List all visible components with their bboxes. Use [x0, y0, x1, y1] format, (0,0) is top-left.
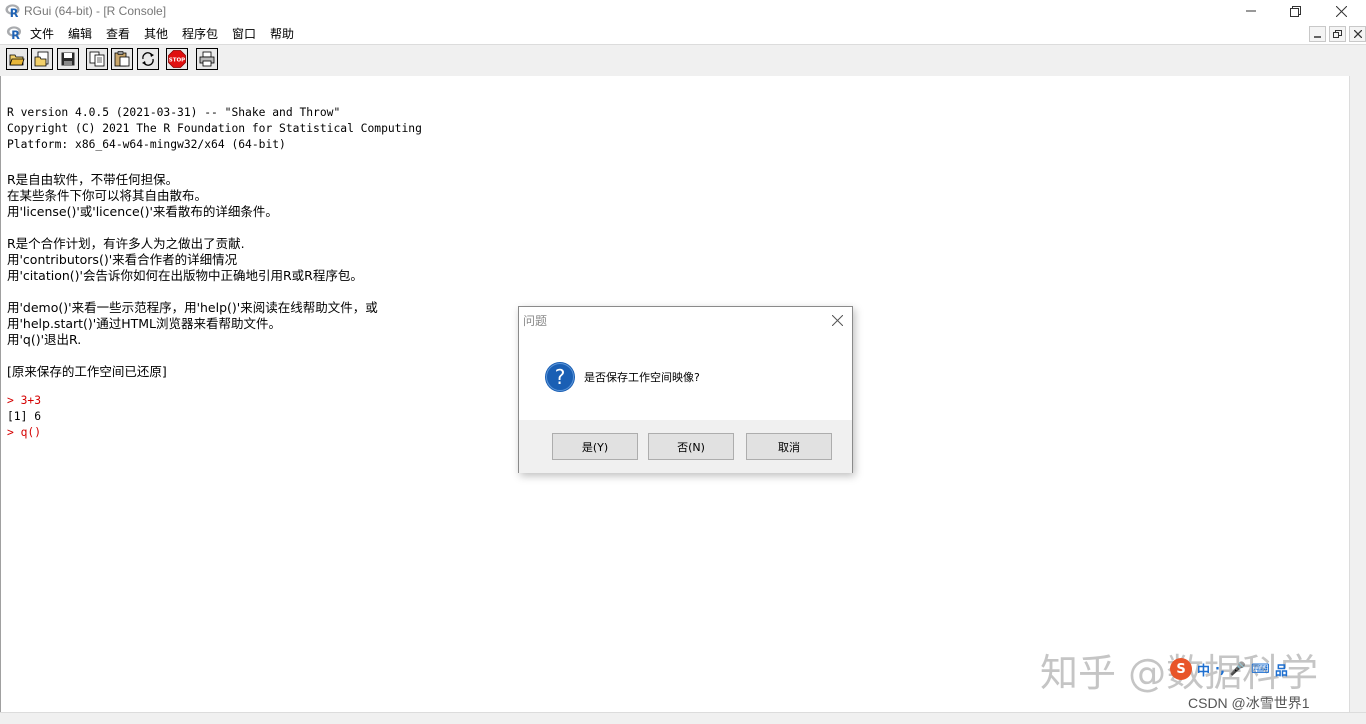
r-logo-icon: R — [5, 4, 20, 18]
console-line: Copyright (C) 2021 The R Foundation for … — [7, 122, 422, 135]
r-console-icon[interactable]: R — [6, 25, 22, 40]
console-line: 用'citation()'会告诉你如何在出版物中正确地引用R或R程序包。 — [7, 268, 363, 283]
keyboard-icon: ⌨ — [1251, 661, 1270, 677]
grid-icon: 品 — [1274, 663, 1288, 679]
console-line: 用'license()'或'licence()'来看散布的详细条件。 — [7, 204, 278, 219]
paste-icon[interactable] — [111, 48, 133, 70]
menu-packages[interactable]: 程序包 — [182, 25, 218, 42]
horizontal-scrollbar[interactable] — [0, 712, 1366, 724]
save-icon[interactable] — [57, 48, 79, 70]
menu-edit[interactable]: 编辑 — [68, 25, 92, 42]
yes-button[interactable]: 是(Y) — [552, 433, 638, 460]
svg-text:?: ? — [555, 365, 566, 389]
microphone-icon: 🎤 — [1229, 661, 1247, 677]
menu-windows[interactable]: 窗口 — [232, 25, 256, 42]
load-workspace-icon[interactable] — [31, 48, 53, 70]
minimize-button[interactable] — [1228, 0, 1274, 22]
svg-text:R: R — [11, 29, 20, 40]
console-line: Platform: x86_64-w64-mingw32/x64 (64-bit… — [7, 138, 286, 151]
vertical-scrollbar[interactable] — [1349, 76, 1366, 712]
mdi-minimize-button[interactable] — [1309, 26, 1326, 42]
menu-help[interactable]: 帮助 — [270, 25, 294, 42]
console-input: > 3+3 — [7, 394, 42, 407]
stop-label: STOP — [169, 58, 185, 64]
ime-toolbar: S 中 ·, 🎤 ⌨ 品 — [1170, 657, 1288, 681]
csdn-watermark: CSDN @冰雪世界1 — [1188, 695, 1310, 711]
copy-icon[interactable] — [86, 48, 108, 70]
print-icon[interactable] — [196, 48, 218, 70]
svg-text:R: R — [10, 7, 19, 18]
dialog-title: 问题 — [523, 314, 548, 328]
console-line: [原来保存的工作空间已还原] — [7, 364, 167, 379]
console-line: R version 4.0.5 (2021-03-31) -- "Shake a… — [7, 106, 341, 119]
toolbar: STOP — [0, 44, 1366, 77]
menu-view[interactable]: 查看 — [106, 25, 130, 42]
close-button[interactable] — [1318, 0, 1364, 22]
cancel-button[interactable]: 取消 — [746, 433, 832, 460]
dialog-close-icon[interactable] — [828, 311, 846, 329]
open-script-icon[interactable] — [6, 48, 28, 70]
ime-punctuation: ·, — [1215, 661, 1225, 677]
ime-chinese: 中 — [1197, 663, 1211, 679]
save-workspace-dialog: 问题 ? 是否保存工作空间映像? 是(Y) 否(N) 取消 — [518, 306, 853, 473]
menu-misc[interactable]: 其他 — [144, 25, 168, 42]
mdi-restore-button[interactable] — [1329, 26, 1346, 42]
dialog-message: 是否保存工作空间映像? — [584, 371, 700, 384]
question-icon: ? — [545, 362, 575, 392]
menu-bar: R 文件 编辑 查看 其他 程序包 窗口 帮助 — [0, 22, 1366, 43]
copy-paste-icon[interactable] — [137, 48, 159, 70]
stop-icon[interactable]: STOP — [166, 48, 188, 70]
menu-file[interactable]: 文件 — [30, 25, 54, 42]
sogou-logo: S — [1170, 658, 1192, 680]
mdi-close-button[interactable] — [1349, 26, 1366, 42]
window-title: RGui (64-bit) - [R Console] — [24, 4, 167, 18]
title-bar: R RGui (64-bit) - [R Console] — [0, 0, 1366, 22]
console-output: [1] 6 — [7, 410, 42, 423]
restore-button[interactable] — [1272, 0, 1318, 22]
console-line: 用'q()'退出R. — [7, 332, 82, 347]
console-input: > q() — [7, 426, 42, 439]
no-button[interactable]: 否(N) — [648, 433, 734, 460]
